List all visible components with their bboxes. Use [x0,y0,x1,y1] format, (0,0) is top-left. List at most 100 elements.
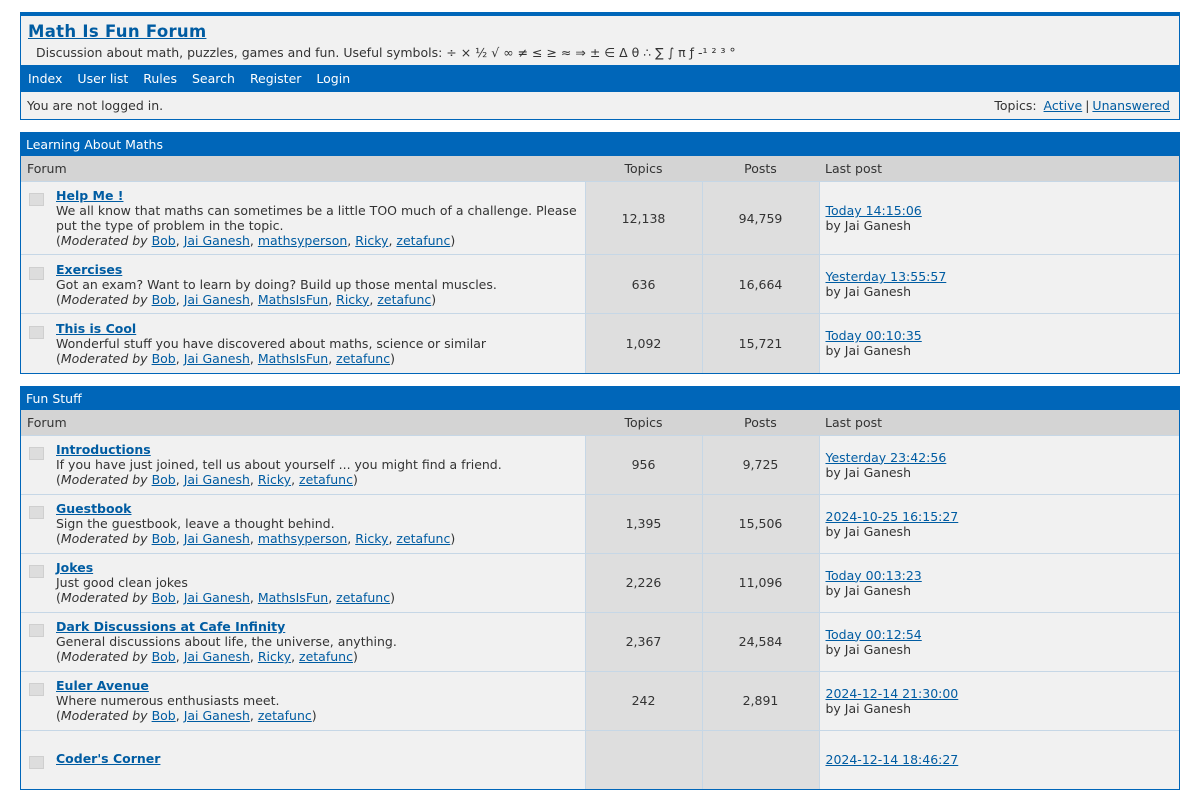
forum-description: Sign the guestbook, leave a thought behi… [56,516,455,531]
moderator-link[interactable]: mathsyperson [258,531,347,546]
col-posts: Posts [702,410,819,436]
forum-status-icon [29,506,44,519]
posts-count: 2,891 [702,671,819,730]
moderator-link[interactable]: mathsyperson [258,233,347,248]
active-topics-link[interactable]: Active [1044,98,1083,113]
moderator-link[interactable]: Jai Ganesh [184,351,250,366]
forum-link[interactable]: Help Me ! [56,188,124,203]
forum-status-icon [29,267,44,280]
moderator-link[interactable]: Bob [152,233,176,248]
topics-count [585,730,702,789]
moderator-link[interactable]: Bob [152,708,176,723]
topics-separator: | [1085,98,1089,113]
col-posts: Posts [702,156,819,182]
last-post-author: by Jai Ganesh [826,343,1174,358]
login-status: You are not logged in. [27,98,163,113]
nav-user-list[interactable]: User list [77,71,128,86]
last-post-cell: 2024-12-14 18:46:27 [819,730,1179,789]
forum-status-icon [29,683,44,696]
last-post-link[interactable]: 2024-12-14 18:46:27 [826,752,959,767]
moderator-link[interactable]: zetafunc [336,590,390,605]
moderator-link[interactable]: Ricky [258,649,291,664]
nav-login[interactable]: Login [316,71,350,86]
last-post-link[interactable]: 2024-12-14 21:30:00 [826,686,959,701]
last-post-link[interactable]: Today 14:15:06 [826,203,922,218]
moderator-link[interactable]: MathsIsFun [258,590,328,605]
moderators: (Moderated by Bob, Jai Ganesh, mathsyper… [56,531,455,546]
last-post-link[interactable]: Today 00:12:54 [826,627,922,642]
forum-link[interactable]: Dark Discussions at Cafe Infinity [56,619,285,634]
nav-rules[interactable]: Rules [143,71,177,86]
moderator-link[interactable]: Ricky [355,233,388,248]
forum-link[interactable]: Euler Avenue [56,678,149,693]
posts-count: 16,664 [702,255,819,314]
forum-cell: Help Me !We all know that maths can some… [21,182,585,255]
moderated-label: Moderated by [61,531,148,546]
site-header: Math Is Fun Forum Discussion about math,… [20,12,1180,120]
last-post-link[interactable]: Yesterday 13:55:57 [826,269,947,284]
site-description: Discussion about math, puzzles, games an… [21,44,1179,65]
moderator-link[interactable]: zetafunc [377,292,431,307]
category-title: Learning About Maths [21,133,1179,156]
forum-categories: Learning About Maths ForumTopicsPostsLast… [20,132,1180,790]
last-post-link[interactable]: Today 00:10:35 [826,328,922,343]
forum-link[interactable]: Introductions [56,442,151,457]
forum-link[interactable]: Coder's Corner [56,751,160,766]
moderator-link[interactable]: Jai Ganesh [184,472,250,487]
moderator-link[interactable]: Jai Ganesh [184,292,250,307]
moderated-label: Moderated by [61,708,148,723]
posts-count: 15,721 [702,314,819,373]
table-row: Dark Discussions at Cafe InfinityGeneral… [21,612,1179,671]
last-post-cell: Today 00:12:54by Jai Ganesh [819,612,1179,671]
last-post-link[interactable]: Yesterday 23:42:56 [826,450,947,465]
moderator-link[interactable]: Jai Ganesh [184,649,250,664]
table-row: Euler AvenueWhere numerous enthusiasts m… [21,671,1179,730]
moderator-link[interactable]: Bob [152,351,176,366]
moderator-link[interactable]: Ricky [336,292,369,307]
site-title-link[interactable]: Math Is Fun Forum [28,22,206,41]
forum-link[interactable]: This is Cool [56,321,136,336]
moderator-link[interactable]: MathsIsFun [258,292,328,307]
moderator-link[interactable]: zetafunc [396,531,450,546]
moderator-link[interactable]: zetafunc [396,233,450,248]
moderator-link[interactable]: Bob [152,649,176,664]
forum-cell: IntroductionsIf you have just joined, te… [21,435,585,494]
moderator-link[interactable]: Ricky [355,531,388,546]
topics-count: 1,092 [585,314,702,373]
last-post-author: by Jai Ganesh [826,218,1174,233]
moderator-link[interactable]: zetafunc [258,708,312,723]
nav-register[interactable]: Register [250,71,301,86]
moderator-link[interactable]: zetafunc [336,351,390,366]
forum-link[interactable]: Jokes [56,560,93,575]
table-header-row: ForumTopicsPostsLast post [21,410,1179,436]
moderator-link[interactable]: MathsIsFun [258,351,328,366]
moderator-link[interactable]: zetafunc [299,649,353,664]
last-post-cell: Today 00:13:23by Jai Ganesh [819,553,1179,612]
unanswered-topics-link[interactable]: Unanswered [1092,98,1170,113]
moderator-link[interactable]: zetafunc [299,472,353,487]
moderator-link[interactable]: Jai Ganesh [184,531,250,546]
moderator-link[interactable]: Jai Ganesh [184,233,250,248]
last-post-link[interactable]: Today 00:13:23 [826,568,922,583]
nav-index[interactable]: Index [28,71,62,86]
moderators: (Moderated by Bob, Jai Ganesh, zetafunc) [56,708,317,723]
moderator-link[interactable]: Jai Ganesh [184,590,250,605]
moderator-link[interactable]: Ricky [258,472,291,487]
moderator-link[interactable]: Bob [152,531,176,546]
status-bar: You are not logged in. Topics: Active|Un… [21,92,1179,119]
forum-description: If you have just joined, tell us about y… [56,457,502,472]
last-post-link[interactable]: 2024-10-25 16:15:27 [826,509,959,524]
last-post-author: by Jai Ganesh [826,583,1174,598]
forum-status-icon [29,193,44,206]
moderator-link[interactable]: Bob [152,472,176,487]
col-topics: Topics [585,410,702,436]
moderators: (Moderated by Bob, Jai Ganesh, Ricky, ze… [56,472,502,487]
nav-search[interactable]: Search [192,71,235,86]
moderator-link[interactable]: Bob [152,590,176,605]
moderator-link[interactable]: Jai Ganesh [184,708,250,723]
moderator-link[interactable]: Bob [152,292,176,307]
forum-link[interactable]: Exercises [56,262,122,277]
moderators: (Moderated by Bob, Jai Ganesh, MathsIsFu… [56,292,497,307]
forum-link[interactable]: Guestbook [56,501,132,516]
forum-description: Wonderful stuff you have discovered abou… [56,336,486,351]
